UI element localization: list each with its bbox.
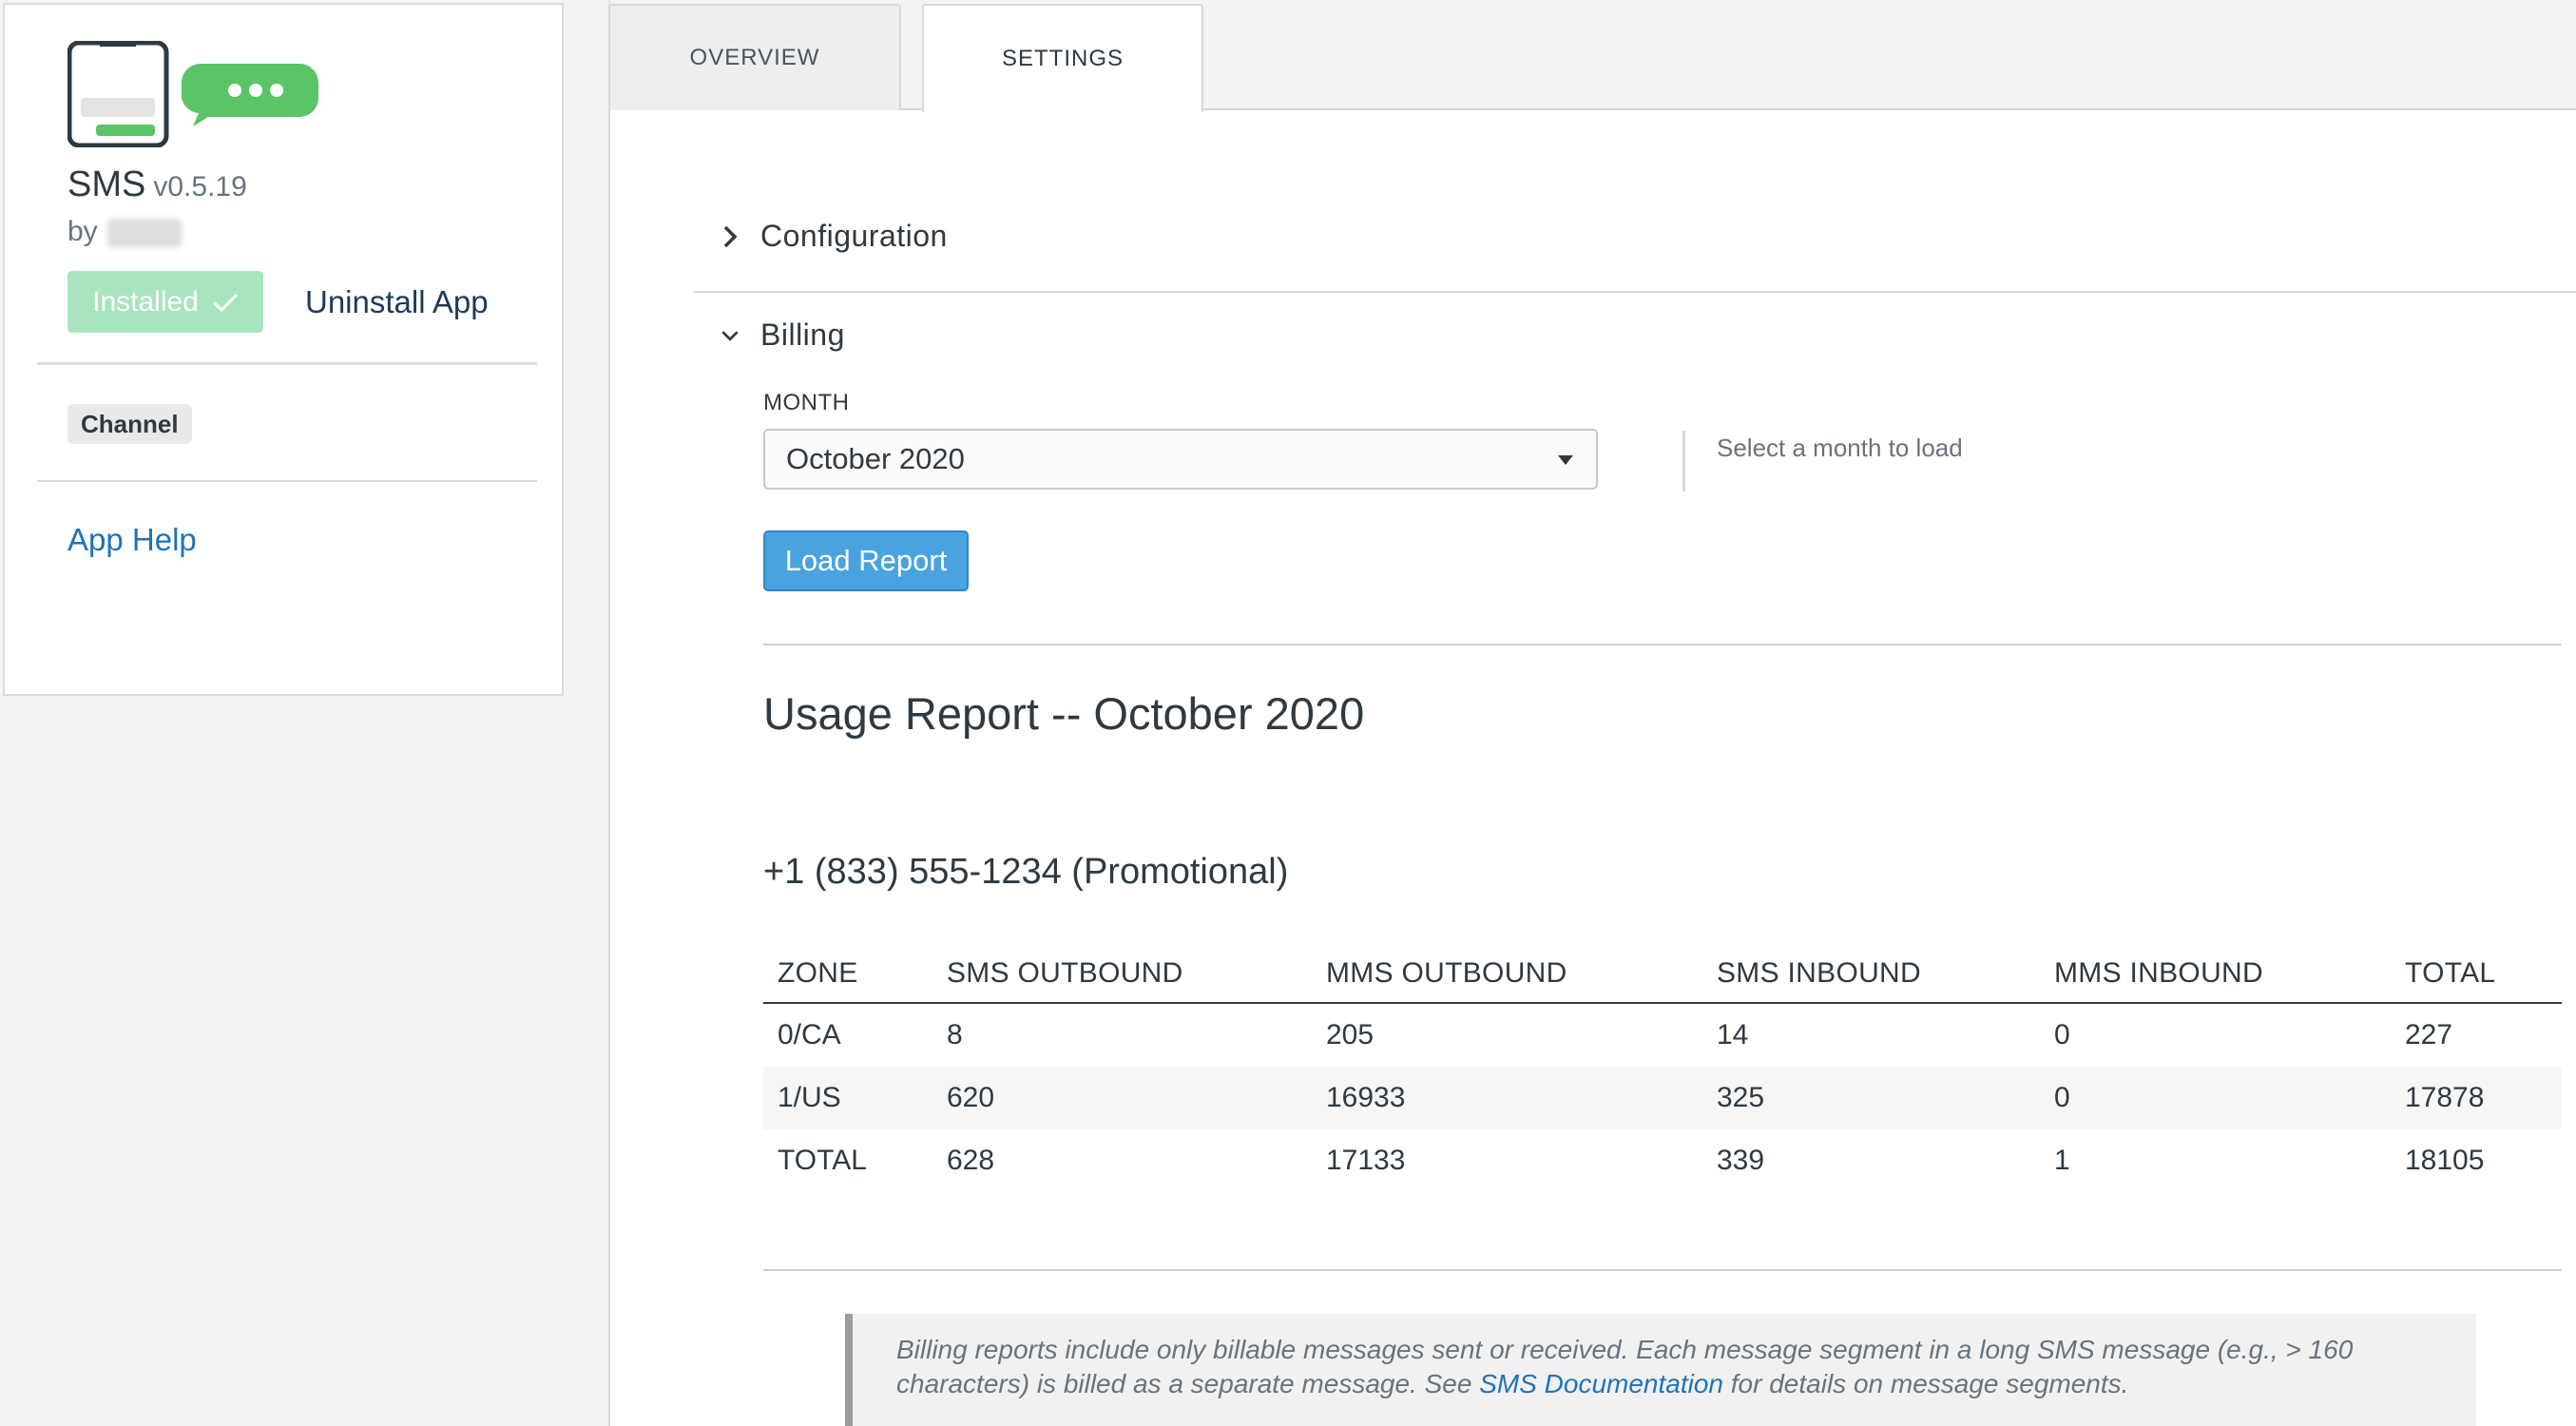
app-help-link[interactable]: App Help	[67, 522, 197, 558]
installed-label: Installed	[92, 285, 199, 318]
table-cell: 227	[2405, 1019, 2453, 1050]
installed-button[interactable]: Installed	[67, 271, 263, 333]
table-cell: 18105	[2405, 1145, 2485, 1176]
card-divider	[37, 362, 537, 365]
month-hint: Select a month to load	[1717, 434, 1963, 462]
table-cell: 339	[1717, 1145, 1765, 1176]
author-name-redacted	[106, 219, 182, 248]
app-author-line: by	[67, 216, 182, 248]
tab-overview[interactable]: OVERVIEW	[608, 4, 901, 110]
month-select[interactable]: October 2020	[763, 429, 1598, 490]
month-select-value: October 2020	[786, 442, 965, 475]
billing-title: Billing	[760, 318, 845, 352]
table-cell: 14	[1717, 1019, 1749, 1050]
column-header: TOTAL	[2405, 957, 2496, 989]
configuration-section-toggle[interactable]: Configuration	[721, 219, 948, 254]
table-header-row: ZONE SMS OUTBOUND MMS OUTBOUND SMS INBOU…	[763, 945, 2562, 1004]
table-cell: 620	[947, 1082, 995, 1113]
table-cell: 325	[1717, 1082, 1765, 1113]
caret-down-icon	[1558, 455, 1573, 465]
report-title: Usage Report -- October 2020	[763, 688, 1365, 739]
app-title: SMS v0.5.19	[67, 164, 247, 205]
uninstall-app-link[interactable]: Uninstall App	[305, 284, 489, 320]
app-name: SMS	[67, 164, 146, 204]
table-cell: 205	[1326, 1019, 1375, 1050]
billing-section-toggle[interactable]: Billing	[721, 318, 845, 353]
report-divider	[763, 644, 2562, 646]
table-cell: 17878	[2405, 1082, 2485, 1113]
table-cell: 17133	[1326, 1145, 1406, 1176]
load-report-button[interactable]: Load Report	[763, 530, 969, 591]
table-cell: 0	[2054, 1019, 2070, 1050]
phone-number-heading: +1 (833) 555-1234 (Promotional)	[763, 852, 1289, 892]
column-header: SMS OUTBOUND	[947, 957, 1183, 989]
table-cell: 16933	[1326, 1082, 1406, 1113]
table-divider	[763, 1269, 2562, 1271]
table-cell: 0/CA	[778, 1019, 841, 1050]
table-cell: 1/US	[778, 1082, 841, 1113]
app-version: v0.5.19	[153, 171, 247, 202]
month-label: MONTH	[763, 390, 850, 415]
chevron-right-icon	[721, 224, 740, 249]
table-cell: 628	[947, 1145, 995, 1176]
table-total-row: TOTAL 628 17133 339 1 18105	[763, 1129, 2562, 1192]
table-cell: 8	[947, 1019, 963, 1050]
sms-documentation-link[interactable]: SMS Documentation	[1479, 1369, 1723, 1398]
table-cell: TOTAL	[778, 1145, 867, 1176]
usage-table: ZONE SMS OUTBOUND MMS OUTBOUND SMS INBOU…	[763, 945, 2562, 1192]
column-header: MMS OUTBOUND	[1326, 957, 1567, 989]
checkmark-icon	[212, 292, 239, 313]
column-header: SMS INBOUND	[1717, 957, 1921, 989]
column-header: MMS INBOUND	[2054, 957, 2263, 989]
section-divider	[694, 291, 2576, 293]
sms-app-icon	[67, 41, 318, 147]
column-header: ZONE	[778, 957, 858, 989]
table-row: 1/US 620 16933 325 0 17878	[763, 1067, 2562, 1129]
table-row: 0/CA 8 205 14 0 227	[763, 1004, 2562, 1067]
table-cell: 1	[2054, 1145, 2070, 1176]
category-tag[interactable]: Channel	[67, 404, 192, 444]
hint-divider	[1682, 431, 1685, 491]
settings-panel	[608, 108, 2576, 1426]
configuration-title: Configuration	[760, 219, 948, 253]
note-text-end: for details on message segments.	[1723, 1369, 2129, 1398]
billing-note: Billing reports include only billable me…	[845, 1314, 2476, 1426]
by-label: by	[67, 216, 98, 247]
chevron-down-icon	[721, 328, 740, 343]
table-cell: 0	[2054, 1082, 2070, 1113]
app-card: SMS v0.5.19 by Installed Uninstall App Ch…	[3, 3, 564, 696]
tab-settings[interactable]: SETTINGS	[922, 4, 1203, 112]
card-divider	[37, 480, 537, 482]
